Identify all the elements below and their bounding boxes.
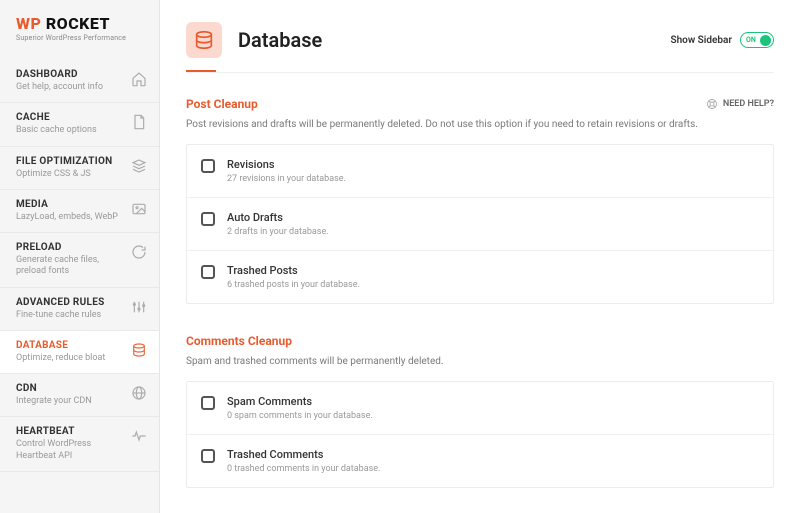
sidebar-item-sub: Basic cache options xyxy=(16,125,125,136)
sidebar-item-sub: Optimize, reduce bloat xyxy=(16,353,125,364)
sidebar-item-dashboard[interactable]: DASHBOARD Get help, account info xyxy=(0,60,159,103)
section-description: Post revisions and drafts will be perman… xyxy=(186,119,774,130)
option-title: Auto Drafts xyxy=(227,211,759,224)
sidebar-item-title: HEARTBEAT xyxy=(16,426,125,437)
file-icon xyxy=(131,114,147,130)
checkbox-revisions[interactable] xyxy=(201,159,215,173)
main-content: Database Show Sidebar ON Post Cleanup NE… xyxy=(160,0,800,513)
tab-underline xyxy=(186,70,774,73)
sidebar-item-cdn[interactable]: CDN Integrate your CDN xyxy=(0,374,159,417)
database-icon xyxy=(131,342,147,358)
sidebar-item-file-optimization[interactable]: FILE OPTIMIZATION Optimize CSS & JS xyxy=(0,147,159,190)
section-title: Comments Cleanup xyxy=(186,334,292,348)
option-title: Trashed Comments xyxy=(227,448,759,461)
checkbox-trashed-posts[interactable] xyxy=(201,265,215,279)
section-post-cleanup: Post Cleanup NEED HELP? Post revisions a… xyxy=(186,97,774,304)
section-description: Spam and trashed comments will be perman… xyxy=(186,356,774,367)
sidebar-item-title: ADVANCED RULES xyxy=(16,297,125,308)
option-title: Trashed Posts xyxy=(227,264,759,277)
logo-main: WP ROCKET xyxy=(16,14,143,33)
sidebar-item-sub: Control WordPress Heartbeat API xyxy=(16,439,125,462)
logo: WP ROCKET Superior WordPress Performance xyxy=(0,0,159,48)
section-title: Post Cleanup xyxy=(186,97,258,111)
option-spam-comments: Spam Comments 0 spam comments in your dat… xyxy=(187,382,773,435)
sidebar-item-preload[interactable]: PRELOAD Generate cache files, preload fon… xyxy=(0,233,159,288)
sidebar-item-sub: Fine-tune cache rules xyxy=(16,310,125,321)
page-header: Database Show Sidebar ON xyxy=(186,22,774,58)
sidebar-toggle[interactable]: ON xyxy=(740,32,774,48)
sidebar-item-cache[interactable]: CACHE Basic cache options xyxy=(0,103,159,146)
logo-tagline: Superior WordPress Performance xyxy=(16,34,143,42)
stack-icon xyxy=(131,158,147,174)
sidebar-item-title: PRELOAD xyxy=(16,242,125,253)
app-root: WP ROCKET Superior WordPress Performance… xyxy=(0,0,800,513)
option-title: Revisions xyxy=(227,158,759,171)
sidebar-item-title: CACHE xyxy=(16,112,125,123)
option-sub: 27 revisions in your database. xyxy=(227,174,759,184)
show-sidebar-control: Show Sidebar ON xyxy=(670,32,774,48)
toggle-knob xyxy=(760,35,771,46)
section-header: Post Cleanup NEED HELP? xyxy=(186,97,774,111)
option-sub: 0 trashed comments in your database. xyxy=(227,464,759,474)
lifebuoy-icon xyxy=(706,98,718,110)
sidebar-item-sub: Generate cache files, preload fonts xyxy=(16,255,125,278)
sidebar-item-title: DASHBOARD xyxy=(16,69,125,80)
sidebar-item-title: CDN xyxy=(16,383,125,394)
option-sub: 2 drafts in your database. xyxy=(227,227,759,237)
show-sidebar-label: Show Sidebar xyxy=(670,35,732,46)
option-trashed-posts: Trashed Posts 6 trashed posts in your dat… xyxy=(187,251,773,303)
sidebar-item-media[interactable]: MEDIA LazyLoad, embeds, WebP xyxy=(0,190,159,233)
sidebar-item-heartbeat[interactable]: HEARTBEAT Control WordPress Heartbeat API xyxy=(0,417,159,472)
section-header: Comments Cleanup xyxy=(186,334,774,348)
sidebar-item-title: DATABASE xyxy=(16,340,125,351)
toggle-on-label: ON xyxy=(746,36,756,44)
section-comments-cleanup: Comments Cleanup Spam and trashed commen… xyxy=(186,334,774,488)
option-title: Spam Comments xyxy=(227,395,759,408)
refresh-icon xyxy=(131,244,147,260)
sidebar-item-sub: LazyLoad, embeds, WebP xyxy=(16,212,125,223)
options-group: Revisions27 revisions in your database. … xyxy=(186,144,774,304)
option-auto-drafts: Auto Drafts 2 drafts in your database. xyxy=(187,198,773,251)
sidebar-item-advanced-rules[interactable]: ADVANCED RULES Fine-tune cache rules xyxy=(0,288,159,331)
option-revisions: Revisions 27 revisions in your database. xyxy=(187,145,773,198)
active-tab-marker xyxy=(186,70,216,72)
page-title: Database xyxy=(238,28,670,52)
logo-rocket: ROCKET xyxy=(46,14,110,33)
sidebar-item-title: MEDIA xyxy=(16,199,125,210)
sidebar: WP ROCKET Superior WordPress Performance… xyxy=(0,0,160,513)
option-sub: 0 spam comments in your database. xyxy=(227,411,759,421)
sidebar-item-title: FILE OPTIMIZATION xyxy=(16,156,125,167)
logo-wp: WP xyxy=(16,14,41,33)
database-icon xyxy=(186,22,222,58)
sidebar-nav: DASHBOARD Get help, account info CACHE Bas… xyxy=(0,60,159,513)
option-sub: 6 trashed posts in your database. xyxy=(227,280,759,290)
sidebar-item-sub: Integrate your CDN xyxy=(16,396,125,407)
checkbox-auto-drafts[interactable] xyxy=(201,212,215,226)
option-trashed-comments: Trashed Comments 0 trashed comments in yo… xyxy=(187,435,773,487)
options-group: Spam Comments 0 spam comments in your dat… xyxy=(186,381,774,488)
need-help-link[interactable]: NEED HELP? xyxy=(706,98,774,110)
globe-icon xyxy=(131,385,147,401)
sidebar-item-sub: Get help, account info xyxy=(16,82,125,93)
image-icon xyxy=(131,201,147,217)
heartbeat-icon xyxy=(131,428,147,444)
need-help-label: NEED HELP? xyxy=(723,99,774,109)
sidebar-item-database[interactable]: DATABASE Optimize, reduce bloat xyxy=(0,331,159,374)
checkbox-trashed-comments[interactable] xyxy=(201,449,215,463)
checkbox-spam-comments[interactable] xyxy=(201,396,215,410)
sliders-icon xyxy=(131,299,147,315)
house-icon xyxy=(131,71,147,87)
sidebar-item-sub: Optimize CSS & JS xyxy=(16,169,125,180)
